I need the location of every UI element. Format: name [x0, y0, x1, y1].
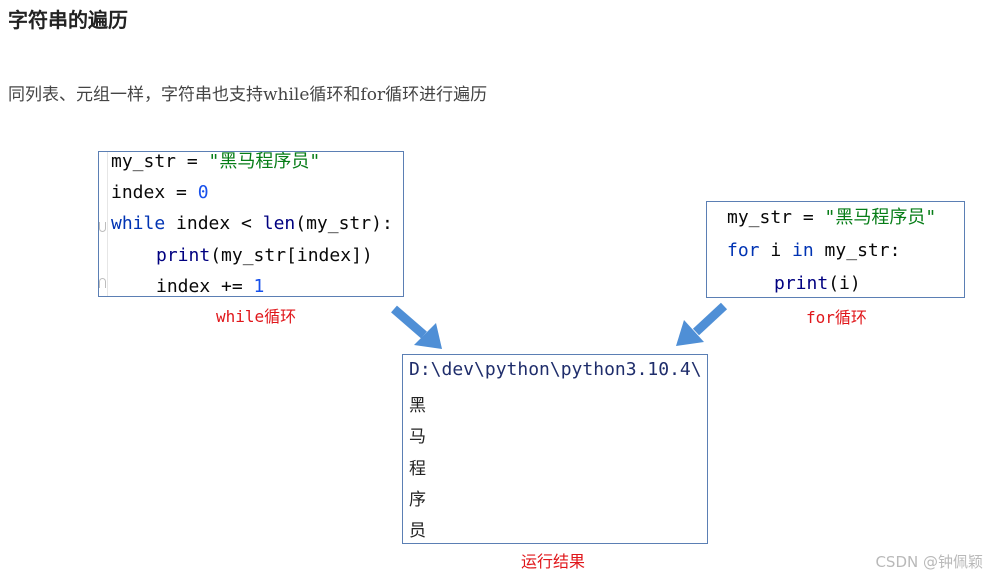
page-title: 字符串的遍历: [8, 8, 128, 32]
code-line-3: while index < len(my_str):: [111, 213, 393, 234]
arrow-down-right-icon: [391, 305, 442, 349]
fold-marker-icon: [99, 222, 106, 232]
code-line-3: print(i): [774, 273, 861, 294]
for-caption: for循环: [806, 308, 867, 327]
code-line-4: print(my_str[index]): [156, 245, 373, 266]
while-code-panel: my_str = "黑马程序员" index = 0 while index <…: [98, 151, 404, 297]
arrow-down-left-icon: [676, 302, 728, 346]
interpreter-path: D:\dev\python\python3.10.4\: [409, 359, 702, 380]
watermark: CSDN @钟佩颖: [875, 553, 983, 571]
output-line: 程: [409, 459, 426, 479]
code-line-2: for i in my_str:: [727, 240, 901, 261]
run-output-panel: D:\dev\python\python3.10.4\ 黑 马 程 序 员: [402, 354, 708, 544]
output-line: 黑: [409, 396, 426, 416]
code-line-1: my_str = "黑马程序员": [111, 151, 321, 172]
output-line: 序: [409, 490, 426, 510]
intro-paragraph: 同列表、元组一样，字符串也支持while循环和for循环进行遍历: [8, 85, 488, 105]
fold-end-icon: [99, 278, 106, 288]
while-caption: while循环: [216, 307, 297, 326]
output-caption: 运行结果: [521, 552, 586, 571]
output-line: 员: [409, 521, 426, 541]
code-line-5: index += 1: [156, 276, 265, 297]
code-line-2: index = 0: [111, 182, 209, 203]
output-line: 马: [409, 427, 426, 447]
for-code-panel: my_str = "黑马程序员" for i in my_str: print(…: [706, 201, 965, 298]
code-line-1: my_str = "黑马程序员": [727, 207, 937, 228]
